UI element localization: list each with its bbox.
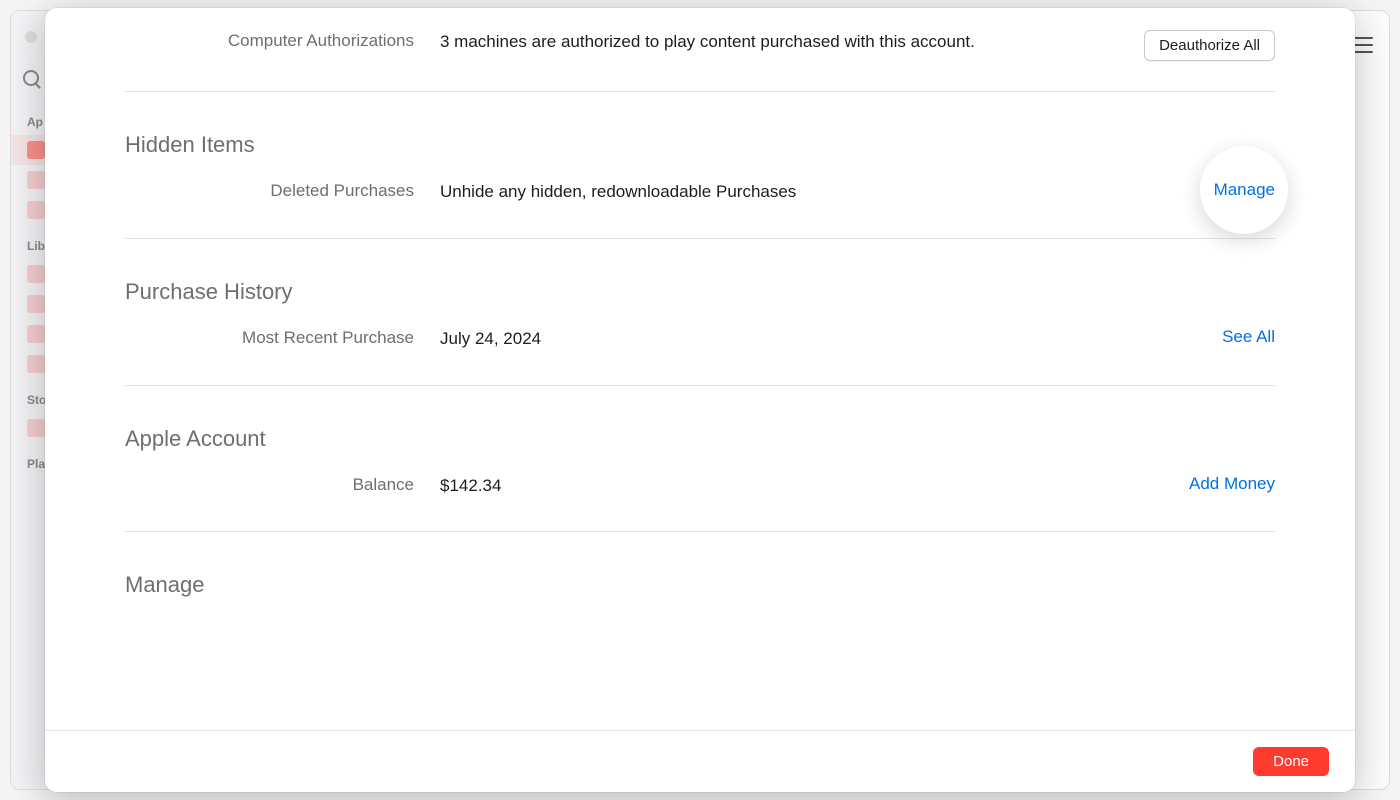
most-recent-purchase-value: July 24, 2024 xyxy=(440,327,1125,351)
computer-authorizations-row: Computer Authorizations 3 machines are a… xyxy=(125,8,1275,91)
traffic-close[interactable] xyxy=(25,31,37,43)
grid-icon xyxy=(27,171,45,189)
music-icon xyxy=(27,355,45,373)
radio-icon xyxy=(27,201,45,219)
album-icon xyxy=(27,325,45,343)
computer-authorizations-label: Computer Authorizations xyxy=(125,30,440,51)
deleted-purchases-value: Unhide any hidden, redownloadable Purcha… xyxy=(440,180,1125,204)
see-all-purchases-link[interactable]: See All xyxy=(1222,327,1275,346)
modal-footer: Done xyxy=(45,730,1355,792)
balance-row: Balance $142.34 Add Money xyxy=(125,474,1275,532)
search-icon xyxy=(23,70,39,86)
computer-authorizations-value: 3 machines are authorized to play conten… xyxy=(440,30,1125,54)
deleted-purchases-label: Deleted Purchases xyxy=(125,180,440,201)
mic-icon xyxy=(27,295,45,313)
add-money-link[interactable]: Add Money xyxy=(1189,474,1275,493)
star-icon xyxy=(27,419,45,437)
account-settings-modal: Computer Authorizations 3 machines are a… xyxy=(45,8,1355,792)
balance-value: $142.34 xyxy=(440,474,1125,498)
apple-account-heading: Apple Account xyxy=(125,386,1275,474)
manage-hidden-items-link[interactable]: Manage xyxy=(1214,180,1275,199)
home-icon xyxy=(27,141,45,159)
most-recent-purchase-row: Most Recent Purchase July 24, 2024 See A… xyxy=(125,327,1275,385)
manage-link-highlight: Manage xyxy=(1214,180,1275,200)
modal-body: Computer Authorizations 3 machines are a… xyxy=(45,8,1355,730)
clock-icon xyxy=(27,265,45,283)
deauthorize-all-button[interactable]: Deauthorize All xyxy=(1144,30,1275,61)
manage-heading: Manage xyxy=(125,532,1275,620)
done-button[interactable]: Done xyxy=(1253,747,1329,776)
balance-label: Balance xyxy=(125,474,440,495)
most-recent-purchase-label: Most Recent Purchase xyxy=(125,327,440,348)
deleted-purchases-row: Deleted Purchases Unhide any hidden, red… xyxy=(125,180,1275,238)
purchase-history-heading: Purchase History xyxy=(125,239,1275,327)
hidden-items-heading: Hidden Items xyxy=(125,92,1275,180)
